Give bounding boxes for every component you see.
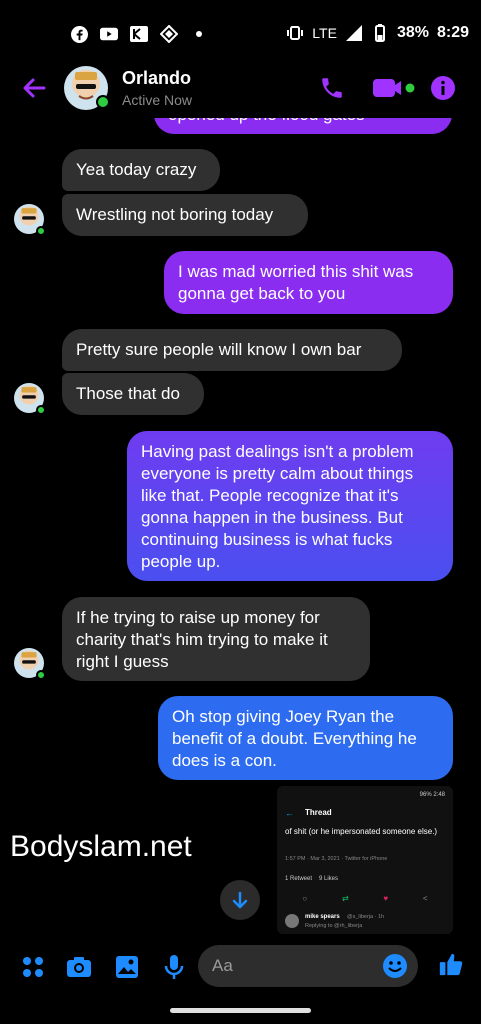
shot-reply-handle: @s_liberja · 1h: [347, 914, 385, 920]
message-bubble-sent[interactable]: Having past dealings isn't a problem eve…: [127, 431, 453, 581]
shot-likes: 9 Likes: [319, 876, 339, 882]
microphone-icon[interactable]: [161, 954, 187, 980]
shot-retweets: 1 Retweet: [285, 876, 313, 882]
kinemaster-icon: [130, 25, 148, 43]
notification-icons: [70, 25, 208, 43]
message-bubble-received[interactable]: Yea today crazy: [62, 149, 220, 191]
shot-like-icon: ♥: [383, 894, 389, 903]
vibrate-icon: [286, 24, 304, 42]
shot-body: of shit (or he impersonated someone else…: [285, 827, 438, 836]
message-bubble-sent[interactable]: opened up the flood gates: [154, 118, 452, 134]
online-indicator: [36, 405, 46, 415]
shot-retweet-icon: ⇄: [341, 894, 349, 903]
contact-status: Active Now: [122, 92, 193, 108]
conversation-header: Orlando Active Now: [0, 62, 481, 118]
watermark: Bodyslam.net: [10, 830, 192, 863]
scroll-to-bottom-button[interactable]: [220, 880, 260, 920]
message-bubble-received[interactable]: Wrestling not boring today: [62, 194, 308, 236]
clock: 8:29: [436, 24, 469, 41]
shot-reply-icon: ○: [302, 894, 308, 903]
phone-call-icon[interactable]: [318, 74, 346, 102]
network-label: LTE: [312, 25, 337, 41]
contact-name[interactable]: Orlando: [122, 68, 191, 89]
video-call-icon[interactable]: [372, 74, 416, 102]
youtube-icon: [100, 25, 118, 43]
online-indicator: [36, 226, 46, 236]
shot-back-arrow-icon: ←: [285, 808, 294, 818]
online-indicator: [36, 670, 46, 680]
shared-screenshot-image[interactable]: 96% 2:48 ← Thread of shit (or he imperso…: [277, 786, 453, 934]
shot-title: Thread: [305, 808, 332, 817]
apps-grid-icon[interactable]: [20, 954, 46, 980]
diamond-icon: [160, 25, 178, 43]
home-indicator[interactable]: [170, 1008, 311, 1013]
emoji-icon[interactable]: [382, 953, 408, 984]
shot-share-icon: <: [422, 894, 428, 903]
message-bubble-sent[interactable]: Oh stop giving Joey Ryan the benefit of …: [158, 696, 453, 780]
battery-percent: 38%: [396, 24, 429, 41]
message-input-placeholder: Aa: [212, 956, 233, 975]
message-bubble-received[interactable]: If he trying to raise up money for chari…: [62, 597, 370, 681]
like-thumbs-up-icon[interactable]: [438, 951, 464, 977]
info-icon[interactable]: [430, 74, 456, 102]
facebook-icon: [70, 25, 88, 43]
message-bubble-sent[interactable]: I was mad worried this shit was gonna ge…: [164, 251, 453, 314]
system-status: LTE 38% 8:29: [286, 24, 469, 42]
dot-icon: [190, 25, 208, 43]
shot-meta: 1:57 PM · Mar 3, 2021 · Twitter for iPho…: [285, 856, 388, 862]
signal-icon: [345, 24, 363, 42]
message-composer: Aa: [0, 940, 481, 992]
status-bar: LTE 38% 8:29: [0, 0, 481, 70]
gallery-icon[interactable]: [114, 954, 140, 980]
shot-status: 96% 2:48: [419, 792, 445, 798]
message-bubble-received[interactable]: Those that do: [62, 373, 204, 415]
back-arrow-icon[interactable]: [20, 74, 48, 102]
camera-icon[interactable]: [66, 954, 92, 980]
clipped-message-area: opened up the flood gates: [0, 118, 481, 138]
message-bubble-received[interactable]: Pretty sure people will know I own bar: [62, 329, 402, 371]
message-input[interactable]: Aa: [198, 945, 418, 987]
shot-reply-user: mike spears: [305, 914, 340, 920]
online-indicator: [96, 95, 110, 109]
shot-actions: ○ ⇄ ♥ <: [285, 894, 445, 903]
battery-icon: [371, 24, 389, 42]
shot-replying-to: Replying to @rh_liberja: [305, 923, 363, 929]
shot-avatar: [285, 914, 299, 928]
